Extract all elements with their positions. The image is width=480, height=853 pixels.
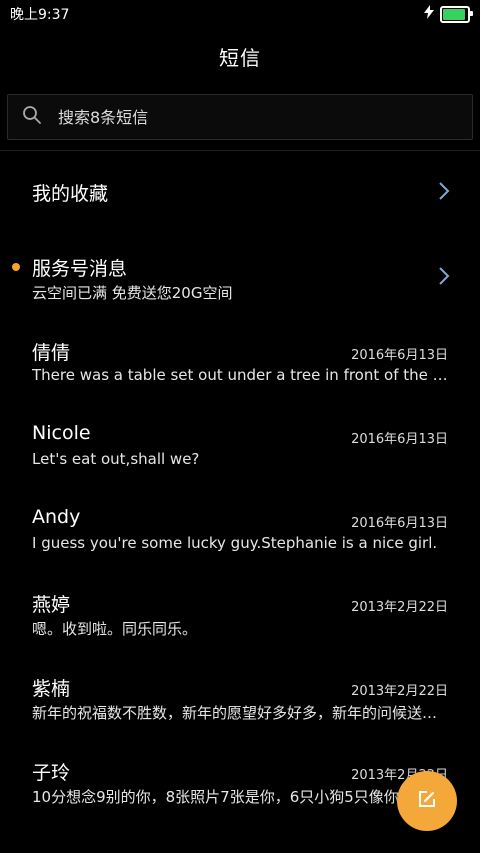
message-preview: 新年的祝福数不胜数，新年的愿望好多好多，新年的问候送给你 bbox=[32, 704, 448, 722]
compose-icon bbox=[417, 789, 437, 813]
search-container bbox=[0, 84, 480, 148]
message-preview: Let's eat out,shall we? bbox=[32, 450, 200, 468]
conversation-row[interactable]: 倩倩 2016年6月13日 There was a table set out … bbox=[0, 318, 480, 402]
message-date: 2013年2月22日 bbox=[351, 600, 448, 615]
message-date: 2016年6月13日 bbox=[351, 516, 448, 531]
chevron-right-icon bbox=[438, 266, 450, 290]
contact-name: Nicole bbox=[32, 422, 91, 444]
conversation-row[interactable]: Nicole 2016年6月13日 Let's eat out,shall we… bbox=[0, 402, 480, 486]
battery-icon bbox=[440, 5, 473, 23]
message-date: 2016年6月13日 bbox=[351, 348, 448, 363]
conversation-list: 我的收藏 服务号消息 云空间已满 免费送您20G空间 倩倩 2016年6月13日… bbox=[0, 150, 480, 822]
message-preview: 10分想念9别的你，8张照片7张是你，6只小狗5只像你 bbox=[32, 788, 399, 806]
search-input[interactable] bbox=[56, 106, 458, 128]
status-time: 晚上9:37 bbox=[10, 7, 70, 23]
charging-icon bbox=[424, 5, 434, 23]
message-date: 2016年6月13日 bbox=[351, 432, 448, 447]
message-preview: There was a table set out under a tree i… bbox=[32, 366, 448, 384]
search-box[interactable] bbox=[7, 94, 473, 140]
page-title: 短信 bbox=[219, 45, 261, 70]
contact-name: 子玲 bbox=[32, 762, 71, 784]
conversation-row[interactable]: 燕婷 2013年2月22日 嗯。收到啦。同乐同乐。 bbox=[0, 570, 480, 654]
message-date: 2013年2月22日 bbox=[351, 684, 448, 699]
message-preview: I guess you're some lucky guy.Stephanie … bbox=[32, 534, 438, 552]
contact-name: 倩倩 bbox=[32, 342, 71, 364]
chevron-right-icon bbox=[438, 181, 450, 205]
contact-name: 燕婷 bbox=[32, 594, 71, 616]
contact-name: Andy bbox=[32, 506, 81, 528]
search-icon bbox=[22, 105, 42, 129]
service-name: 服务号消息 bbox=[32, 258, 128, 280]
unread-dot-icon bbox=[12, 263, 20, 271]
contact-name: 紫楠 bbox=[32, 678, 71, 700]
service-preview: 云空间已满 免费送您20G空间 bbox=[32, 284, 233, 302]
favorites-row[interactable]: 我的收藏 bbox=[0, 150, 480, 234]
conversation-row[interactable]: Andy 2016年6月13日 I guess you're some luck… bbox=[0, 486, 480, 570]
service-row[interactable]: 服务号消息 云空间已满 免费送您20G空间 bbox=[0, 234, 480, 318]
status-bar: 晚上9:37 bbox=[0, 0, 480, 28]
favorites-label: 我的收藏 bbox=[32, 182, 109, 205]
status-icons bbox=[424, 5, 473, 23]
message-preview: 嗯。收到啦。同乐同乐。 bbox=[32, 620, 198, 638]
conversation-row[interactable]: 紫楠 2013年2月22日 新年的祝福数不胜数，新年的愿望好多好多，新年的问候送… bbox=[0, 654, 480, 738]
compose-button[interactable] bbox=[397, 771, 457, 831]
